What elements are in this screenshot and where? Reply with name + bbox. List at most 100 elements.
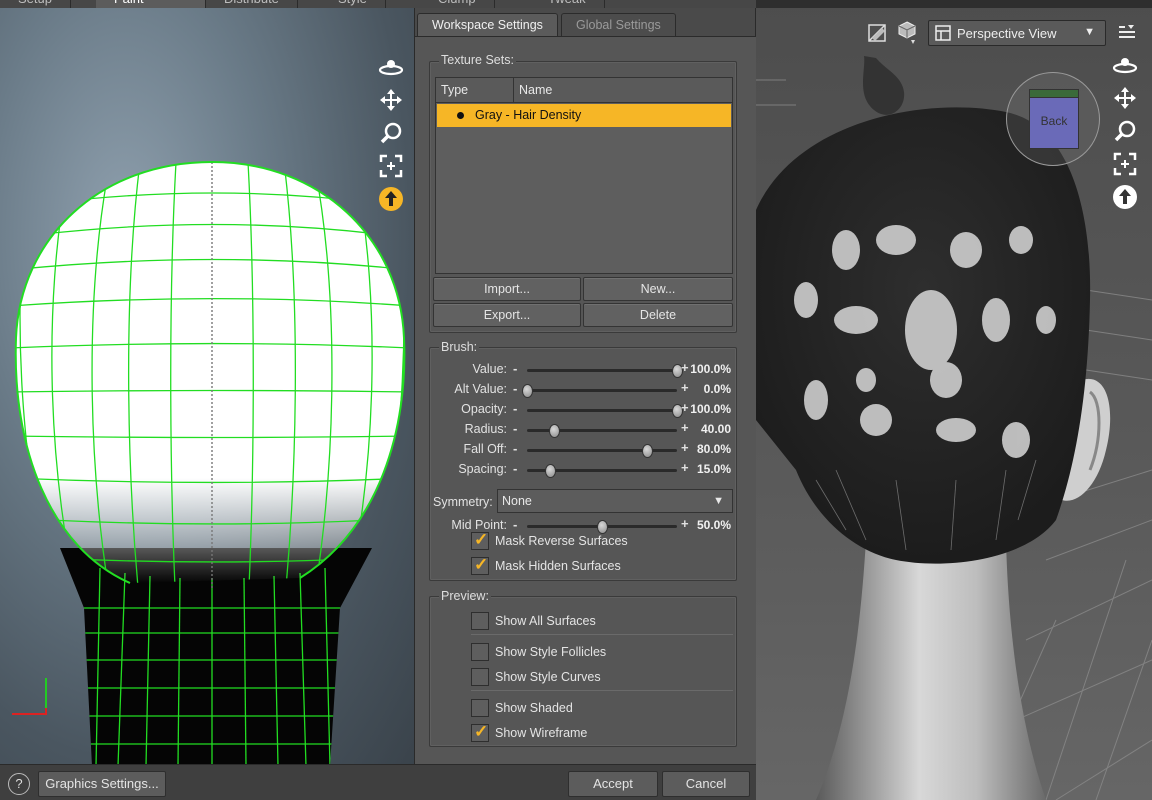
slider-label: Alt Value: [454, 382, 507, 396]
camera-up-icon[interactable] [378, 186, 404, 212]
slider-handle[interactable] [549, 424, 560, 438]
tab-tweak[interactable]: Tweak [530, 0, 605, 8]
tab-distribute[interactable]: Distribute [206, 0, 298, 8]
symmetry-value: None [502, 494, 532, 508]
mask-reverse-row[interactable]: ✓ Mask Reverse Surfaces [471, 530, 628, 551]
checkbox-label: Mask Hidden Surfaces [495, 559, 621, 573]
frame-icon[interactable] [378, 153, 404, 179]
slider-track[interactable] [527, 404, 683, 418]
mask-reverse-checkbox[interactable]: ✓ [471, 530, 489, 550]
checkbox-label: Show Style Follicles [495, 645, 607, 659]
help-button[interactable]: ? [8, 773, 30, 795]
import-button[interactable]: Import... [433, 277, 581, 301]
slider-track[interactable] [527, 364, 683, 378]
tab-style[interactable]: Style [320, 0, 386, 8]
divider [471, 690, 733, 691]
texture-set-name: Gray - Hair Density [475, 108, 582, 122]
cube-view-icon[interactable] [894, 20, 920, 46]
slider-value-readout: 40.00 [700, 422, 731, 436]
increment-button[interactable]: + [681, 400, 689, 415]
slider-handle[interactable] [642, 444, 653, 458]
show-shaded-row[interactable]: Show Shaded [471, 698, 573, 718]
texture-set-row[interactable]: Gray - Hair Density [437, 104, 731, 127]
pan-icon[interactable] [378, 87, 404, 113]
show-curves-checkbox[interactable] [471, 668, 489, 686]
view-cube[interactable]: Back [1006, 72, 1100, 166]
show-all-row[interactable]: Show All Surfaces [471, 611, 596, 631]
mask-hidden-checkbox[interactable]: ✓ [471, 555, 489, 575]
view-mode-select[interactable]: Perspective View ▼ [928, 20, 1106, 46]
symmetry-select[interactable]: None ▼ [497, 489, 733, 513]
decrement-button[interactable]: - [513, 361, 517, 376]
slider-track[interactable] [527, 444, 677, 458]
slider-track[interactable] [522, 384, 677, 398]
tab-global-settings[interactable]: Global Settings [561, 13, 676, 37]
viewport-top-strip [756, 0, 1152, 8]
slider-handle[interactable] [544, 464, 556, 478]
slider-value-readout: 100.0% [690, 362, 731, 376]
delete-button[interactable]: Delete [583, 303, 733, 327]
zoom-icon[interactable] [1112, 118, 1138, 144]
slider-value-readout: 50.0% [696, 518, 731, 532]
orbit-icon[interactable] [1112, 52, 1138, 78]
tab-setup[interactable]: Setup [0, 0, 71, 8]
slider-label: Value: [472, 362, 507, 376]
slider-track[interactable] [527, 520, 677, 534]
slider-track[interactable] [527, 464, 677, 478]
camera-up-icon[interactable] [1112, 184, 1138, 210]
tab-paint[interactable]: Paint [96, 0, 206, 8]
graphics-settings-button[interactable]: Graphics Settings... [38, 771, 166, 797]
orbit-icon[interactable] [378, 54, 404, 80]
bottom-bar: ? Graphics Settings... Accept Cancel [0, 764, 756, 800]
mask-hidden-row[interactable]: ✓ Mask Hidden Surfaces [471, 555, 621, 576]
show-shaded-checkbox[interactable] [471, 699, 489, 717]
show-wireframe-row[interactable]: ✓ Show Wireframe [471, 722, 587, 743]
show-follicles-checkbox[interactable] [471, 643, 489, 661]
decrement-button[interactable]: - [513, 461, 517, 476]
slider-fall-off: Fall Off: - + 80.0% [429, 440, 749, 459]
increment-button[interactable]: + [681, 360, 689, 375]
frame-icon[interactable] [1112, 151, 1138, 177]
checkmark-icon: ✓ [474, 555, 489, 574]
decrement-button[interactable]: - [513, 381, 517, 396]
show-curves-row[interactable]: Show Style Curves [471, 667, 601, 687]
increment-button[interactable]: + [681, 460, 689, 475]
zoom-icon[interactable] [378, 120, 404, 146]
texture-sets-list[interactable]: Type Name Gray - Hair Density [435, 77, 733, 274]
increment-button[interactable]: + [681, 420, 689, 435]
viewport-menu-icon[interactable] [1114, 20, 1140, 46]
cancel-button[interactable]: Cancel [662, 771, 750, 797]
slider-spacing: Spacing: - + 15.0% [429, 460, 749, 479]
increment-button[interactable]: + [681, 380, 689, 395]
increment-button[interactable]: + [681, 440, 689, 455]
pan-icon[interactable] [1112, 85, 1138, 111]
tab-clump[interactable]: Clump [420, 0, 495, 8]
export-button[interactable]: Export... [433, 303, 581, 327]
decrement-button[interactable]: - [513, 441, 517, 456]
column-name[interactable]: Name [514, 78, 732, 103]
accept-button[interactable]: Accept [568, 771, 658, 797]
paint-viewport[interactable] [0, 8, 414, 766]
show-all-checkbox[interactable] [471, 612, 489, 630]
perspective-viewport[interactable]: Perspective View ▼ Back [756, 0, 1152, 800]
settings-panel: Workspace Settings Global Settings Textu… [414, 8, 757, 764]
active-dot-icon [457, 112, 464, 119]
decrement-button[interactable]: - [513, 401, 517, 416]
preview-title: Preview: [439, 589, 491, 603]
slider-track[interactable] [527, 424, 677, 438]
display-style-icon[interactable] [864, 20, 890, 46]
view-cube-face[interactable]: Back [1029, 89, 1079, 149]
view-cube-top[interactable] [1029, 89, 1079, 98]
show-follicles-row[interactable]: Show Style Follicles [471, 642, 606, 662]
column-type[interactable]: Type [436, 78, 514, 103]
increment-button[interactable]: + [681, 516, 689, 531]
decrement-button[interactable]: - [513, 517, 517, 532]
new-button[interactable]: New... [583, 277, 733, 301]
view-layout-icon [935, 25, 951, 41]
decrement-button[interactable]: - [513, 421, 517, 436]
slider-handle[interactable] [522, 384, 533, 398]
slider-value-readout: 80.0% [696, 442, 731, 456]
tab-workspace-settings[interactable]: Workspace Settings [417, 13, 558, 37]
editor-tab-strip: Setup Paint Distribute Style Clump Tweak [0, 0, 756, 8]
show-wireframe-checkbox[interactable]: ✓ [471, 722, 489, 742]
